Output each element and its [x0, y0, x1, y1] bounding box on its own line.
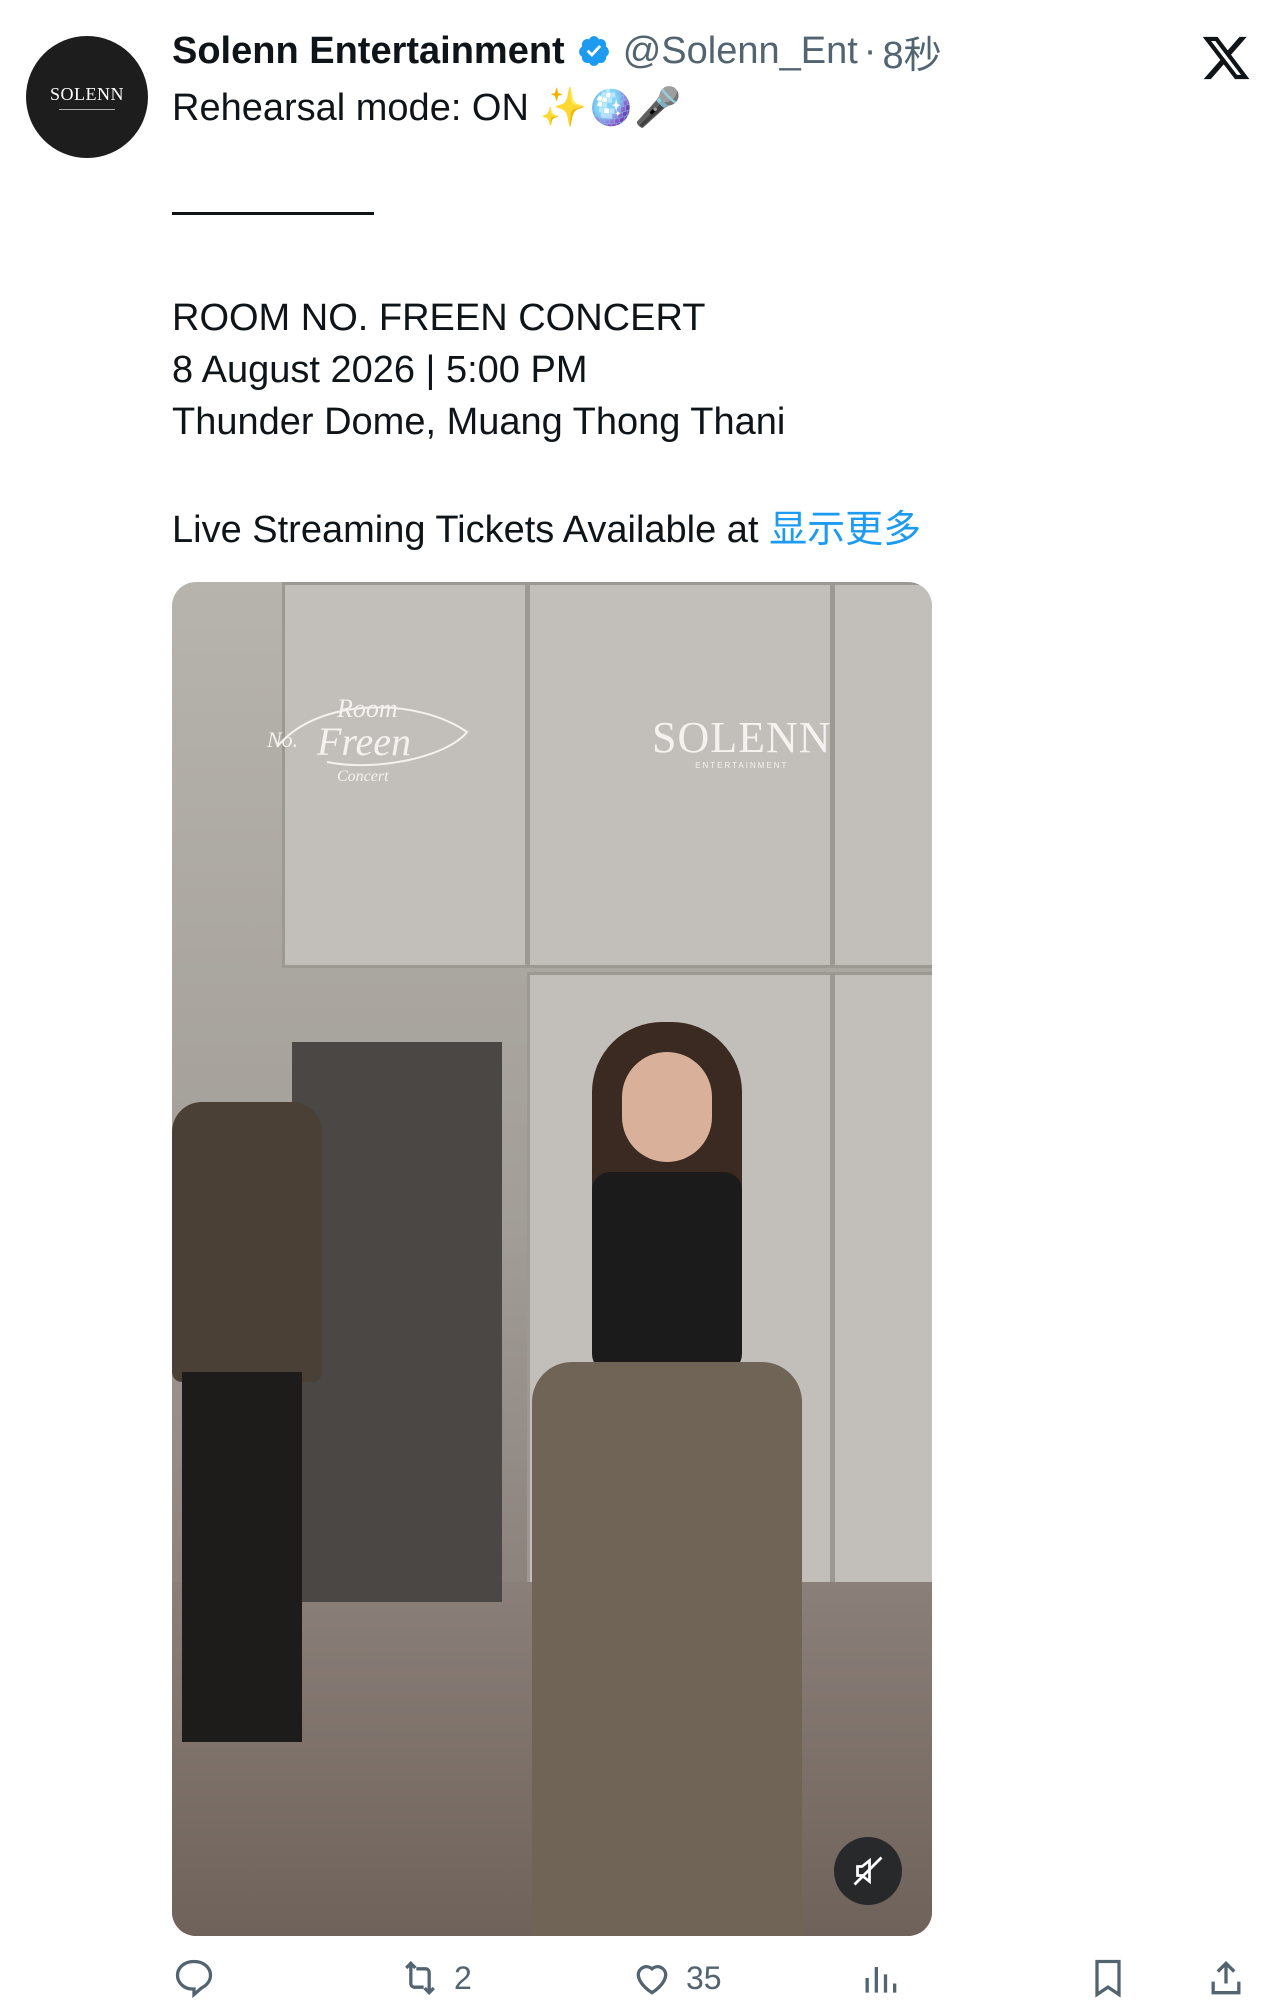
svg-text:Freen: Freen [316, 719, 411, 764]
retweet-icon [405, 1960, 435, 1996]
tweet-text-line-2: ROOM NO. FREEN CONCERT [172, 297, 706, 339]
avatar-logo-rule [59, 109, 115, 110]
person-main-top [592, 1172, 742, 1372]
tweet-text-line-5: Live Streaming Tickets Available at 显示更多 [172, 504, 921, 556]
wall-panel [832, 972, 932, 1598]
tweet-text-line-4: Thunder Dome, Muang Thong Thani [172, 401, 786, 443]
verified-badge-icon [577, 34, 611, 68]
bookmark-icon [1095, 1959, 1121, 1998]
speaker-muted-icon [853, 1856, 883, 1886]
doorway [292, 1042, 502, 1602]
show-more-link[interactable]: 显示更多 [769, 509, 921, 551]
separator-dot: · [863, 29, 877, 72]
person-left-legs [182, 1372, 302, 1742]
retweet-button[interactable]: 2 [398, 1956, 472, 2000]
like-icon [636, 1965, 668, 1995]
wall-panel [832, 582, 932, 968]
tweet-text-line-1: Rehearsal mode: ON ✨🪩🎤 [172, 87, 682, 129]
reply-button[interactable] [172, 1956, 228, 2000]
svg-text:Concert: Concert [337, 768, 389, 785]
views-icon [865, 1967, 897, 1993]
share-button[interactable] [1204, 1956, 1248, 2000]
watermark-word: SOLENN [652, 713, 832, 762]
wall-panel [527, 582, 833, 968]
like-count: 35 [686, 1959, 722, 1996]
video-player[interactable]: Room No. Freen Concert SOLENN ENTERTAINM… [172, 582, 932, 1936]
post-time[interactable]: 8秒 [882, 24, 941, 79]
bookmark-button[interactable] [1086, 1956, 1130, 2000]
svg-text:No.: No. [266, 727, 298, 752]
person-main-pants [532, 1362, 802, 1936]
solenn-watermark-logo: SOLENN ENTERTAINMENT [652, 712, 832, 770]
avatar-logo-text: SOLENN [50, 84, 124, 104]
mute-button[interactable] [834, 1837, 902, 1905]
views-button[interactable] [858, 1956, 914, 2000]
author-name[interactable]: Solenn Entertainment [172, 30, 565, 73]
text-divider [172, 212, 374, 215]
person-main-face [622, 1052, 712, 1162]
share-icon [1211, 1960, 1241, 1995]
tickets-text: Live Streaming Tickets Available at [172, 509, 770, 551]
tweet-actions: 2 35 [0, 1950, 1280, 1999]
tweet-text-line-3: 8 August 2026 | 5:00 PM [172, 349, 588, 391]
like-button[interactable]: 35 [630, 1956, 722, 2000]
tweet-header: Solenn Entertainment @Solenn_Ent · 8秒 [172, 24, 942, 79]
concert-watermark-logo: Room No. Freen Concert [257, 677, 487, 787]
person-left [172, 1102, 322, 1382]
avatar[interactable]: SOLENN [26, 36, 148, 158]
x-logo-icon[interactable] [1200, 32, 1252, 84]
author-handle[interactable]: @Solenn_Ent [623, 30, 858, 73]
reply-icon [175, 1959, 213, 1999]
retweet-count: 2 [454, 1959, 472, 1996]
